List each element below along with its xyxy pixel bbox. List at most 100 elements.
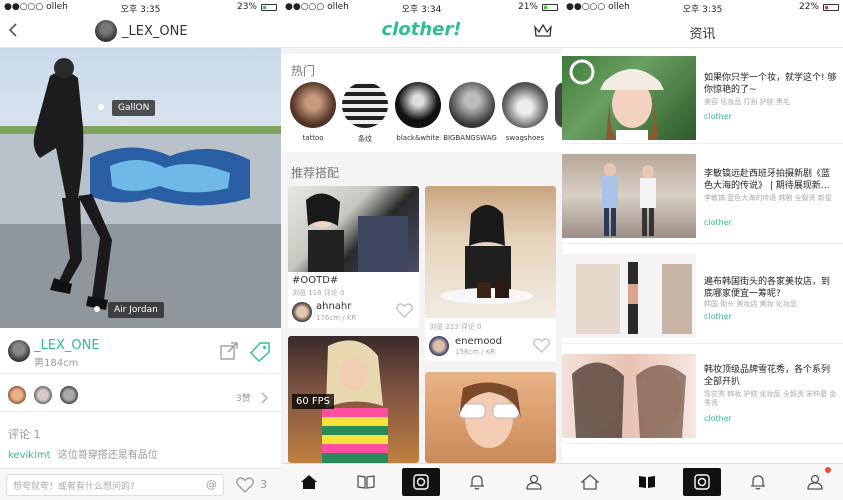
news-tags: 雪花秀 韩妆 护肤 化妆品 全智贤 宋仲基 金秀贤 (704, 390, 837, 407)
card-caption: #OOTD# (292, 275, 339, 286)
outfit-card[interactable]: #OOTD# 浏览 118 评论 0 ahnahr 176cm / KR (288, 186, 419, 328)
mention-button[interactable]: @ (206, 478, 217, 491)
tag-dot (94, 306, 100, 312)
hot-thumb (290, 82, 336, 128)
liker-avatar[interactable] (8, 386, 26, 404)
bell-icon (751, 475, 766, 490)
card-username[interactable]: ahnahr (316, 301, 351, 312)
comment-text: 这位哥穿搭还是有品位 (57, 450, 158, 461)
post-detail-screen: ●●○○○ olleh 오후 3:35 23% _LEX_ONE GallON … (0, 0, 281, 500)
news-source: clother (704, 112, 732, 121)
photo-tag-airjordan[interactable]: Air Jordan (108, 302, 164, 318)
status-bar: ●●○○○ olleh 오후 3:35 23% (0, 0, 281, 15)
chevron-left-icon[interactable] (8, 22, 24, 40)
hot-label: tattoo (302, 134, 324, 142)
comment-author[interactable]: kevikimt (8, 450, 51, 461)
news-item[interactable]: 如果你只学一个妆，就学这个! 够你惊艳的了~ 美容 化妆品 打扮 护肤 黑毛 c… (562, 52, 843, 144)
comment-input[interactable]: 想夸就夸！或者有什么想问的? @ (6, 474, 224, 496)
like-count-label: 3赞 (236, 394, 251, 404)
card-user-avatar[interactable] (429, 336, 449, 356)
card-userinfo: 158cm / KR (455, 348, 496, 356)
card-stats: 浏览 118 评论 0 (292, 289, 345, 297)
tab-bar (281, 463, 562, 500)
hot-thumb (395, 82, 441, 128)
home-icon (301, 475, 318, 489)
hot-label: swagshoes (505, 134, 545, 142)
hot-label: black&white (396, 134, 440, 142)
battery-icon (261, 4, 277, 11)
fps-overlay: 60 FPS (292, 394, 335, 409)
tab-profile[interactable] (795, 467, 835, 497)
user-icon (526, 474, 542, 490)
news-title: 遍布韩国街头的各家美妆店，到底哪家便宜一筹呢? (704, 277, 831, 299)
hot-item[interactable]: swagshoes (501, 82, 549, 142)
news-item[interactable]: 李敏镐远赴西班牙拍摄新剧《蓝色大海的传说》 | 期待展现新… 李敏镐 蓝色大海的… (562, 150, 843, 244)
tag-dot (98, 104, 104, 110)
hot-item[interactable]: 条纹 (341, 82, 389, 144)
comment-placeholder: 想夸就夸！或者有什么想问的? (13, 482, 135, 492)
status-bar: ●●○○○ olleh 오후 3:34 21% (281, 0, 562, 15)
crown-icon[interactable] (534, 23, 552, 42)
recommend-title: 推荐搭配 (291, 166, 340, 180)
author-height: 男184cm (34, 358, 79, 369)
tab-magazine[interactable] (346, 467, 386, 497)
liker-avatar[interactable] (60, 386, 78, 404)
news-tags: 韩国 街头 美妆店 美妆 化妆品 (704, 300, 797, 308)
hot-thumb (449, 82, 495, 128)
tab-camera[interactable] (683, 468, 722, 496)
status-bar: ●●○○○ olleh 오후 3:35 22% (562, 0, 843, 15)
card-username[interactable]: enemood (455, 336, 502, 347)
comment-bar: 想夸就夸！或者有什么想问的? @ 3 (0, 468, 281, 500)
author-avatar[interactable] (8, 340, 30, 362)
bell-icon (470, 475, 485, 490)
card-photo (425, 186, 556, 318)
tab-home[interactable] (570, 467, 610, 497)
nav-bar: 资讯 (562, 14, 843, 48)
news-tags: 李敏镐 蓝色大海的传说 韩剧 全智贤 新星 (704, 194, 832, 202)
news-title: 如果你只学一个妆，就学这个! 够你惊艳的了~ (704, 73, 837, 95)
heart-icon[interactable] (236, 477, 254, 497)
card-heart-icon[interactable] (533, 338, 550, 357)
tab-notifications[interactable] (738, 467, 778, 497)
recommend-section: 推荐搭配 #OOTD# 浏览 118 评论 0 ahnahr 176cm / K… (281, 158, 562, 463)
news-screen: ●●○○○ olleh 오후 3:35 22% 资讯 如果你只学一个妆，就学这个… (562, 0, 843, 500)
outfit-card[interactable] (425, 372, 556, 463)
hot-thumb-partial (555, 82, 562, 128)
tag-icon[interactable] (250, 342, 270, 362)
outfit-card[interactable]: 60 FPS (288, 336, 419, 463)
tab-notifications[interactable] (457, 467, 497, 497)
outfit-photo[interactable]: GallON Air Jordan (0, 48, 281, 328)
tab-camera[interactable] (402, 468, 441, 496)
tab-home[interactable] (289, 467, 329, 497)
nav-bar: _LEX_ONE (0, 14, 281, 48)
liker-avatar[interactable] (34, 386, 52, 404)
share-icon[interactable] (220, 342, 238, 360)
hot-item[interactable]: tattoo (289, 82, 337, 142)
outfit-card[interactable]: 浏览 223 评论 0 enemood 158cm / KR (425, 186, 556, 361)
nav-username[interactable]: _LEX_ONE (122, 24, 188, 39)
news-item[interactable]: 韩妆顶级品牌雪花秀，各个系列全部开扒 雪花秀 韩妆 护肤 化妆品 全智贤 宋仲基… (562, 350, 843, 444)
likers-row[interactable]: 3赞 (0, 380, 281, 412)
card-user-avatar[interactable] (292, 302, 312, 322)
tab-magazine[interactable] (627, 467, 667, 497)
heart-count: 3 (260, 478, 267, 491)
hot-item[interactable]: black&white (394, 82, 442, 142)
discover-screen: ●●○○○ olleh 오후 3:34 21% clother! 热门 tatt… (281, 0, 562, 500)
tab-profile[interactable] (514, 467, 554, 497)
author-name[interactable]: _LEX_ONE (34, 338, 100, 353)
nav-avatar[interactable] (95, 20, 117, 42)
card-heart-icon[interactable] (396, 303, 413, 322)
hot-item[interactable]: BIGBANGSWAG (443, 82, 498, 142)
news-item[interactable]: 遍布韩国街头的各家美妆店，到底哪家便宜一筹呢? 韩国 街头 美妆店 美妆 化妆品… (562, 250, 843, 344)
card-photo (425, 372, 556, 463)
battery-percent: 23% (236, 2, 257, 12)
hot-section: 热门 tattoo 条纹 black&white BIGBANGSWAG swa… (281, 54, 562, 152)
comments-title: 评论 1 (8, 428, 41, 441)
hot-label: BIGBANGSWAG (443, 134, 497, 142)
battery-icon (823, 4, 839, 11)
app-logo: clother! (381, 19, 462, 40)
news-tags: 美容 化妆品 打扮 护肤 黑毛 (704, 98, 790, 106)
photo-tag-gallon[interactable]: GallON (112, 100, 156, 116)
hot-label: 条纹 (358, 135, 372, 143)
battery-icon (542, 4, 558, 11)
